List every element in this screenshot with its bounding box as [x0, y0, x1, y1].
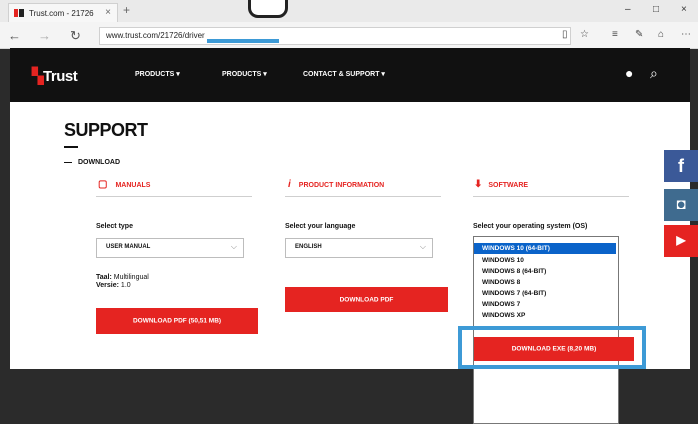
instagram-icon: ◘ — [676, 196, 686, 213]
page-title: SUPPORT — [64, 120, 148, 140]
url-text: www.trust.com/21726/driver — [106, 31, 205, 40]
os-option[interactable]: WINDOWS 7 — [474, 299, 616, 310]
chevron-down-icon: ⌵ — [230, 242, 237, 251]
os-option[interactable]: WINDOWS 8 — [474, 277, 616, 288]
trust-logo[interactable]: ▚Trust — [32, 67, 78, 85]
nav-contact-support[interactable]: CONTACT & SUPPORT ▾ — [303, 70, 385, 78]
os-option[interactable]: WINDOWS 10 (64-BIT) — [474, 243, 616, 254]
maximize-icon[interactable]: □ — [653, 4, 659, 15]
note-icon[interactable]: ✎ — [635, 29, 643, 40]
os-option[interactable]: WINDOWS 7 (64-BIT) — [474, 288, 616, 299]
divider — [285, 196, 441, 197]
browser-tab[interactable]: Trust.com - 21726 × — [8, 3, 118, 23]
facebook-icon: f — [678, 156, 684, 176]
title-underline — [64, 146, 78, 148]
search-icon[interactable]: ⌕ — [650, 65, 658, 82]
divider — [96, 196, 252, 197]
facebook-button[interactable]: f — [664, 150, 698, 182]
os-option[interactable]: WINDOWS 10 — [474, 255, 616, 266]
nav-products-2[interactable]: PRODUCTS ▾ — [222, 70, 267, 78]
window-close-icon[interactable]: × — [681, 4, 687, 15]
browser-tab-bar: Trust.com - 21726 × + – □ × — [0, 0, 698, 23]
trust-favicon-icon — [14, 9, 24, 17]
share-icon[interactable]: ⌂ — [658, 29, 664, 40]
new-tab-icon[interactable]: + — [123, 3, 130, 17]
refresh-icon[interactable]: ↻ — [70, 28, 81, 44]
nav-products-1[interactable]: PRODUCTS ▾ — [135, 70, 180, 78]
section-download[interactable]: DOWNLOAD — [64, 159, 120, 166]
select-language-label: Select your language — [285, 223, 356, 230]
youtube-icon: ▶ — [676, 233, 686, 247]
manuals-header[interactable]: ▢ MANUALS — [98, 179, 150, 190]
tab-close-icon[interactable]: × — [105, 7, 111, 18]
browser-address-bar: ← → ↻ www.trust.com/21726/driver ▯ ☆ ≡ ✎… — [0, 22, 698, 49]
more-icon[interactable]: ⋯ — [681, 29, 691, 40]
back-icon[interactable]: ← — [8, 28, 21, 43]
select-os-label: Select your operating system (OS) — [473, 223, 588, 230]
url-highlight-annotation — [207, 39, 279, 43]
select-type-label: Select type — [96, 223, 133, 230]
divider — [473, 196, 629, 197]
download-icon: ⬇ — [474, 179, 483, 190]
tab-title: Trust.com - 21726 — [29, 9, 94, 18]
os-option[interactable]: WINDOWS XP — [474, 310, 616, 321]
highlight-annotation — [458, 326, 646, 369]
type-select[interactable]: USER MANUAL ⌵ — [96, 238, 244, 258]
reading-view-icon[interactable]: ▯ — [562, 29, 568, 40]
os-option[interactable]: WINDOWS 8 (64-BIT) — [474, 266, 616, 277]
site-header: ▚Trust PRODUCTS ▾ PRODUCTS ▾ CONTACT & S… — [10, 48, 690, 102]
url-field[interactable]: www.trust.com/21726/driver — [99, 27, 571, 45]
language-select[interactable]: ENGLISH ⌵ — [285, 238, 433, 258]
chevron-down-icon: ⌵ — [419, 242, 426, 251]
download-manual-button[interactable]: DOWNLOAD PDF (50,51 MB) — [96, 308, 258, 334]
download-product-info-button[interactable]: DOWNLOAD PDF — [285, 287, 448, 312]
instagram-button[interactable]: ◘ — [664, 189, 698, 221]
forward-icon[interactable]: → — [38, 28, 51, 43]
info-icon: i — [288, 179, 291, 190]
account-icon[interactable]: ● — [625, 65, 633, 81]
youtube-button[interactable]: ▶ — [664, 225, 698, 257]
hub-icon[interactable]: ≡ — [612, 29, 618, 40]
manual-meta: Taal: Multilingual Versie: 1.0 — [96, 274, 149, 289]
annotation-badge — [248, 0, 288, 18]
minimize-icon[interactable]: – — [625, 4, 631, 15]
software-header[interactable]: ⬇ SOFTWARE — [474, 179, 528, 190]
document-icon: ▢ — [98, 179, 108, 190]
favorite-icon[interactable]: ☆ — [580, 29, 589, 40]
product-info-header[interactable]: i PRODUCT INFORMATION — [288, 179, 384, 190]
